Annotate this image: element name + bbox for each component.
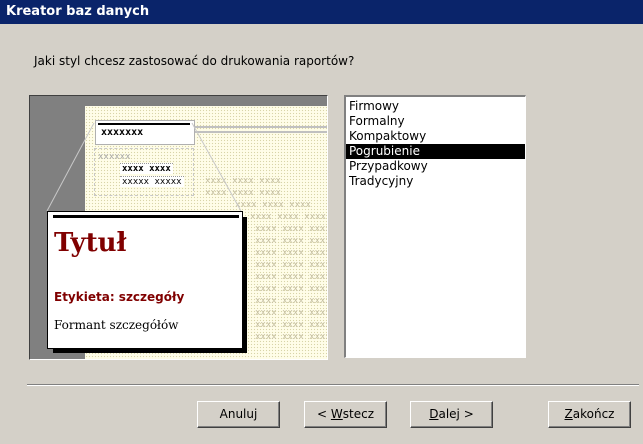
back-rest: stecz <box>342 407 374 421</box>
back-prefix: < <box>317 407 331 421</box>
style-option[interactable]: Kompaktowy <box>346 129 525 144</box>
back-button[interactable]: < Wstecz <box>304 401 387 428</box>
sample-label: Etykieta: szczegóły <box>54 290 185 304</box>
style-preview: xxxx xxxx xxxx xxxx xxxx xxxx xxxx xxxx … <box>29 95 328 360</box>
zoomed-report-sample: Tytuł Etykieta: szczegóły Formant szczeg… <box>47 211 243 349</box>
title-bar: Kreator baz danych <box>0 0 643 24</box>
finish-button[interactable]: Zakończ <box>548 401 631 428</box>
style-option[interactable]: Pogrubienie <box>346 144 525 159</box>
cancel-button[interactable]: Anuluj <box>197 401 280 428</box>
finish-rest: akończ <box>572 407 615 421</box>
style-listbox[interactable]: Firmowy Formalny Kompaktowy Pogrubienie Przy… <box>344 95 526 358</box>
zoom-header-rule <box>53 215 239 218</box>
style-option[interactable]: Tradycyjny <box>346 174 525 189</box>
back-accelerator: W <box>330 407 343 421</box>
sample-title: Tytuł <box>54 228 127 258</box>
style-option[interactable]: Firmowy <box>346 99 525 114</box>
finish-accelerator: Z <box>564 407 573 421</box>
question-label: Jaki styl chcesz zastosować do drukowani… <box>34 54 355 68</box>
sample-field: Formant szczegółów <box>54 318 179 332</box>
separator <box>27 384 639 386</box>
next-rest: alej > <box>438 407 474 421</box>
window-title: Kreator baz danych <box>6 4 150 19</box>
style-option[interactable]: Przypadkowy <box>346 159 525 174</box>
next-button[interactable]: Dalej > <box>410 401 493 428</box>
style-option[interactable]: Formalny <box>346 114 525 129</box>
